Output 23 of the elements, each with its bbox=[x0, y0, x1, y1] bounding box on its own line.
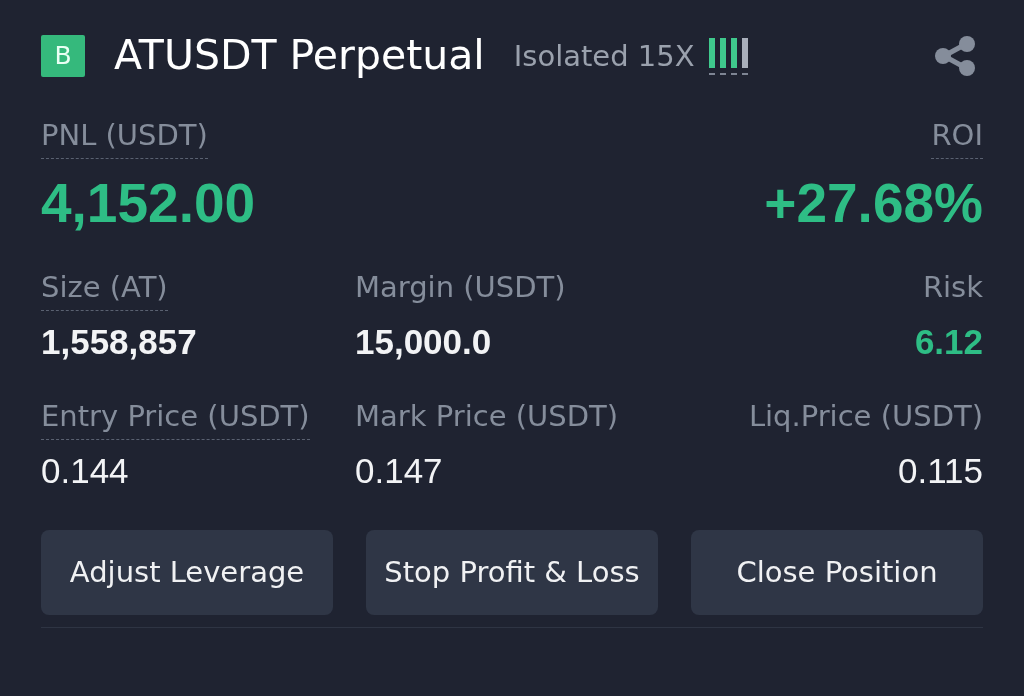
logo-icon: B bbox=[41, 35, 85, 77]
field-value: 6.12 bbox=[914, 322, 983, 362]
field-value: +27.68% bbox=[764, 176, 983, 231]
field-value: 0.147 bbox=[355, 451, 443, 491]
field-label: Risk bbox=[922, 270, 983, 306]
field-label: Mark Price (USDT) bbox=[355, 399, 618, 435]
field-label[interactable]: PNL (USDT) bbox=[41, 118, 208, 159]
margin-mode-label: Isolated 15X bbox=[513, 38, 695, 74]
field-label: Liq.Price (USDT) bbox=[748, 399, 983, 435]
field-label[interactable]: Size (AT) bbox=[41, 270, 168, 311]
field-value: 0.144 bbox=[41, 451, 129, 491]
share-icon[interactable] bbox=[935, 36, 975, 76]
field-value: 1,558,857 bbox=[41, 322, 197, 362]
field-label[interactable]: Entry Price (USDT) bbox=[41, 399, 310, 440]
field-value: 4,152.00 bbox=[41, 176, 256, 231]
action-button[interactable]: Close Position bbox=[691, 530, 983, 615]
field-label[interactable]: ROI bbox=[931, 118, 983, 159]
field-label: Margin (USDT) bbox=[355, 270, 566, 306]
contract-title: ATUSDT Perpetual bbox=[114, 31, 485, 81]
action-button[interactable]: Stop Profit & Loss bbox=[366, 530, 658, 615]
field-value: 0.115 bbox=[898, 451, 983, 491]
field-value: 15,000.0 bbox=[355, 322, 492, 362]
action-button[interactable]: Adjust Leverage bbox=[41, 530, 333, 615]
